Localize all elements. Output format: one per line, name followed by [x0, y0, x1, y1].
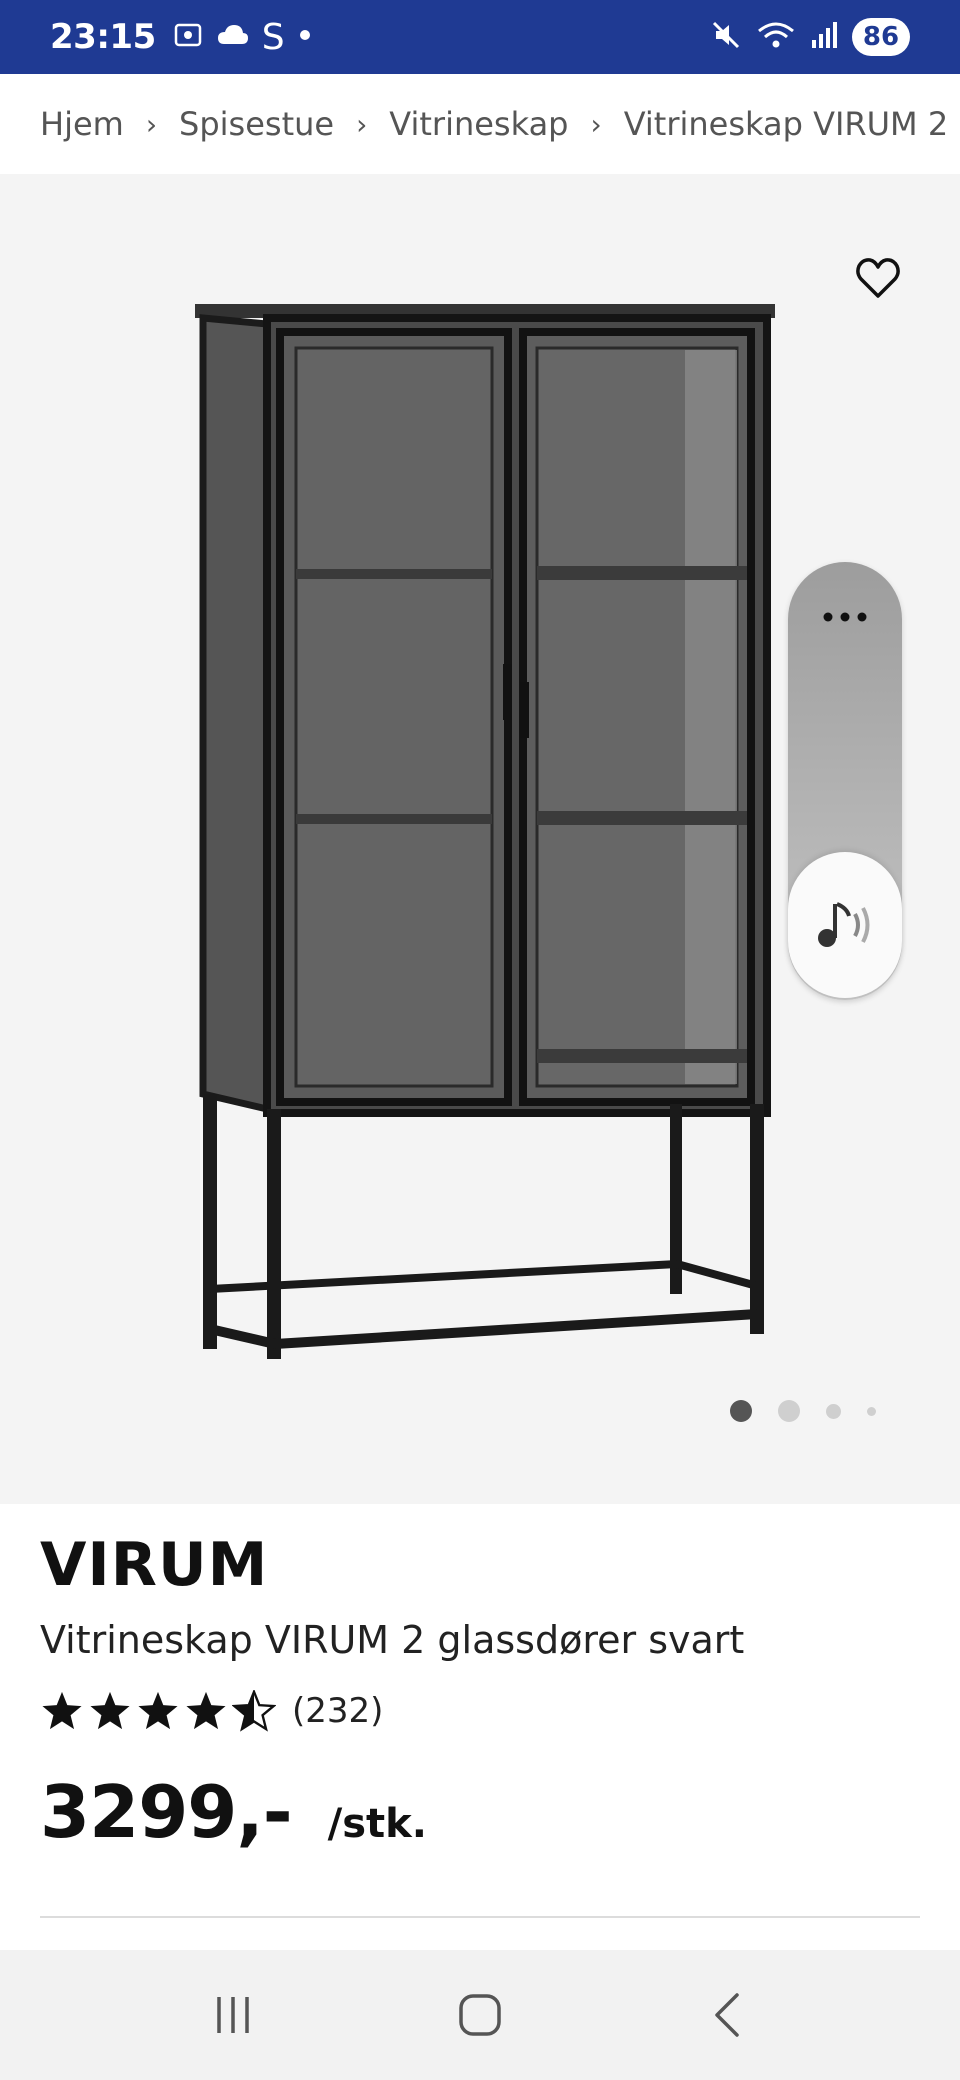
status-left-icons: S: [172, 17, 313, 58]
breadcrumb-item-current: Vitrineskap VIRUM 2 g: [623, 105, 960, 143]
wifi-icon: [756, 19, 796, 56]
breadcrumb: Hjem › Spisestue › Vitrineskap › Vitrine…: [0, 74, 960, 174]
rating-stars: [40, 1690, 276, 1732]
back-button[interactable]: [677, 1965, 777, 2065]
product-image-carousel[interactable]: [0, 174, 960, 1504]
screenshot-icon: [172, 19, 204, 56]
price-unit: /stk.: [327, 1801, 427, 1847]
favorite-button[interactable]: [850, 250, 906, 306]
battery-indicator: 86: [852, 18, 910, 56]
product-brand: VIRUM: [40, 1530, 269, 1600]
breadcrumb-item-hjem[interactable]: Hjem: [40, 105, 124, 143]
home-icon: [459, 1994, 501, 2036]
status-right-icons: 86: [710, 18, 910, 56]
carousel-dots: [730, 1400, 876, 1422]
music-sound-icon[interactable]: [788, 852, 902, 998]
status-bar: 23:15 S 86: [0, 0, 960, 74]
glass-cabinet-image: [195, 304, 775, 1359]
floating-side-panel: [788, 562, 902, 1000]
breadcrumb-separator: ›: [145, 107, 158, 141]
status-time: 23:15: [50, 17, 156, 57]
mute-icon: [710, 19, 742, 56]
price-row: 3299,- /stk.: [40, 1770, 427, 1854]
heart-icon: [856, 258, 900, 298]
cloud-icon: [216, 22, 250, 53]
star-full-icon: [138, 1691, 178, 1730]
review-count[interactable]: (232): [292, 1691, 383, 1731]
system-nav-bar: [0, 1950, 960, 2080]
back-icon: [714, 1993, 739, 2037]
product-name: Vitrineskap VIRUM 2 glassdører svart: [40, 1618, 745, 1662]
product-price: 3299,-: [40, 1770, 293, 1854]
breadcrumb-item-spisestue[interactable]: Spisestue: [179, 105, 334, 143]
signal-icon: [810, 20, 838, 55]
dot-icon: [297, 27, 313, 48]
star-full-icon: [186, 1691, 226, 1730]
recent-apps-button[interactable]: [183, 1965, 283, 2065]
home-button[interactable]: [430, 1965, 530, 2065]
carousel-dot[interactable]: [826, 1403, 841, 1419]
s-app-icon: S: [261, 16, 285, 58]
star-full-icon: [42, 1691, 82, 1730]
breadcrumb-separator: ›: [590, 107, 602, 141]
divider: [40, 1916, 920, 1918]
breadcrumb-item-vitrineskap[interactable]: Vitrineskap: [389, 105, 568, 143]
star-half-icon: [232, 1690, 276, 1732]
breadcrumb-separator: ›: [356, 107, 368, 141]
more-dots-icon[interactable]: [788, 602, 902, 632]
product-rating[interactable]: (232): [40, 1690, 383, 1732]
star-full-icon: [90, 1691, 130, 1730]
carousel-dot-active[interactable]: [730, 1400, 752, 1422]
recent-apps-icon: [217, 1997, 250, 2033]
carousel-dot[interactable]: [778, 1400, 800, 1422]
carousel-dot[interactable]: [867, 1406, 876, 1416]
